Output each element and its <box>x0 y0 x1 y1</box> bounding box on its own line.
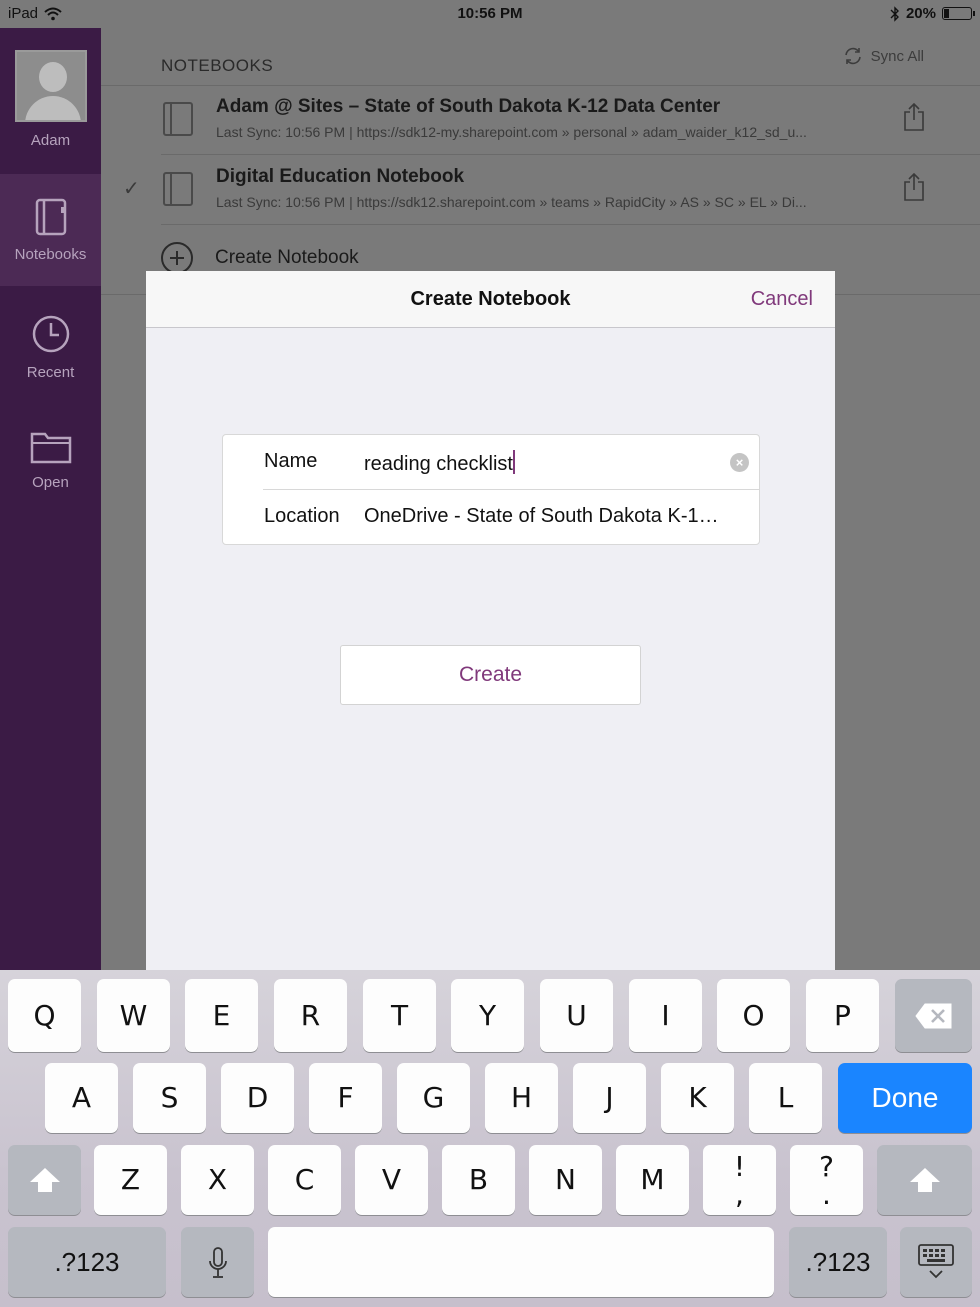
key-y[interactable]: Y <box>451 979 524 1052</box>
name-input[interactable]: reading checklist <box>364 450 756 476</box>
status-bar: iPad 10:56 PM 20% <box>0 0 980 28</box>
avatar <box>14 50 87 122</box>
notebook-icon <box>163 172 193 206</box>
create-notebook-label: Create Notebook <box>215 247 359 268</box>
battery-icon <box>942 7 975 20</box>
notebook-subtitle: Last Sync: 10:56 PM | https://sdk12.shar… <box>216 194 807 210</box>
sync-all-label: Sync All <box>870 47 924 65</box>
done-key[interactable]: Done <box>838 1063 972 1133</box>
key-a[interactable]: A <box>45 1063 118 1133</box>
location-label: Location <box>264 505 340 527</box>
key-n[interactable]: N <box>529 1145 602 1215</box>
key-u[interactable]: U <box>540 979 613 1052</box>
notebooks-header: NOTEBOOKS <box>161 56 274 75</box>
notebook-icon <box>163 102 193 136</box>
divider <box>161 224 980 225</box>
key-h[interactable]: H <box>485 1063 558 1133</box>
dictation-key[interactable] <box>181 1227 254 1297</box>
sync-all-button[interactable]: Sync All <box>843 46 924 66</box>
key-x[interactable]: X <box>181 1145 254 1215</box>
key-v[interactable]: V <box>355 1145 428 1215</box>
status-right: 20% <box>890 5 975 22</box>
numbers-key-right[interactable]: .?123 <box>789 1227 887 1297</box>
key-t[interactable]: T <box>363 979 436 1052</box>
share-icon[interactable] <box>903 172 925 202</box>
notebook-title: Digital Education Notebook <box>216 166 465 187</box>
sidebar-item-label: Open <box>32 474 69 491</box>
location-value: OneDrive - State of South Dakota K-1… <box>364 505 719 527</box>
key-i[interactable]: I <box>629 979 702 1052</box>
checkmark-icon: ✓ <box>123 178 140 200</box>
text-cursor <box>512 450 515 474</box>
key-d[interactable]: D <box>221 1063 294 1133</box>
notebook-title: Adam @ Sites – State of South Dakota K-1… <box>216 96 721 117</box>
clock-icon <box>32 315 69 353</box>
key-k[interactable]: K <box>661 1063 734 1133</box>
create-notebook-dialog: Create Notebook Cancel Name reading chec… <box>146 271 835 970</box>
dialog-header: Create Notebook Cancel <box>146 271 835 328</box>
sidebar: Adam Notebooks Recent Open <box>0 28 101 970</box>
key-m[interactable]: M <box>616 1145 689 1215</box>
divider <box>161 154 980 155</box>
key-e[interactable]: E <box>185 979 258 1052</box>
sidebar-account[interactable]: Adam <box>0 50 101 149</box>
sidebar-item-open[interactable]: Open <box>0 428 101 491</box>
key-b[interactable]: B <box>442 1145 515 1215</box>
clear-text-icon[interactable]: × <box>730 453 749 472</box>
notebook-subtitle: Last Sync: 10:56 PM | https://sdk12-my.s… <box>216 124 807 140</box>
cancel-button[interactable]: Cancel <box>751 288 813 311</box>
key-g[interactable]: G <box>397 1063 470 1133</box>
key-j[interactable]: J <box>573 1063 646 1133</box>
shift-key-left[interactable] <box>8 1145 81 1215</box>
create-notebook-row[interactable]: Create Notebook <box>161 242 359 274</box>
user-name: Adam <box>30 132 71 149</box>
shift-key-right[interactable] <box>877 1145 972 1215</box>
sidebar-item-label: Recent <box>26 364 75 381</box>
onscreen-keyboard: Q W E R T Y U I O P A S D F G H J K L Do… <box>0 970 980 1307</box>
plus-circle-icon <box>161 242 193 274</box>
name-label: Name <box>264 450 318 472</box>
key-exclamation[interactable]: !, <box>703 1145 776 1215</box>
key-f[interactable]: F <box>309 1063 382 1133</box>
key-c[interactable]: C <box>268 1145 341 1215</box>
name-value: reading checklist <box>364 453 513 475</box>
key-question[interactable]: ?. <box>790 1145 863 1215</box>
sidebar-item-notebooks[interactable]: Notebooks <box>0 174 101 286</box>
sidebar-item-label: Notebooks <box>14 246 87 263</box>
numbers-key-left[interactable]: .?123 <box>8 1227 166 1297</box>
backspace-icon <box>915 1003 952 1029</box>
notebook-icon <box>35 198 66 236</box>
key-w[interactable]: W <box>97 979 170 1052</box>
keyboard-dismiss-icon <box>918 1244 954 1279</box>
key-q[interactable]: Q <box>8 979 81 1052</box>
dialog-title: Create Notebook <box>410 288 571 310</box>
space-bar[interactable] <box>268 1227 774 1297</box>
hide-keyboard-key[interactable] <box>900 1227 972 1297</box>
key-z[interactable]: Z <box>94 1145 167 1215</box>
create-button[interactable]: Create <box>340 645 641 705</box>
shift-icon <box>30 1168 60 1192</box>
backspace-key[interactable] <box>895 979 972 1052</box>
key-o[interactable]: O <box>717 979 790 1052</box>
sidebar-item-recent[interactable]: Recent <box>0 314 101 381</box>
shift-icon <box>910 1168 940 1192</box>
key-r[interactable]: R <box>274 979 347 1052</box>
notebook-row[interactable]: Adam @ Sites – State of South Dakota K-1… <box>101 86 980 156</box>
name-field-row[interactable]: Name reading checklist × <box>223 435 761 490</box>
key-l[interactable]: L <box>749 1063 822 1133</box>
battery-percent: 20% <box>905 5 936 22</box>
status-time: 10:56 PM <box>457 5 523 22</box>
bluetooth-icon <box>890 5 899 22</box>
key-s[interactable]: S <box>133 1063 206 1133</box>
folder-icon <box>30 432 71 464</box>
notebook-form: Name reading checklist × Location OneDri… <box>222 434 760 545</box>
location-field-row[interactable]: Location OneDrive - State of South Dakot… <box>223 490 761 545</box>
sync-icon <box>844 47 861 65</box>
key-p[interactable]: P <box>806 979 879 1052</box>
microphone-icon <box>209 1247 227 1278</box>
notebook-row[interactable]: ✓ Digital Education Notebook Last Sync: … <box>101 156 980 226</box>
share-icon[interactable] <box>903 102 925 132</box>
